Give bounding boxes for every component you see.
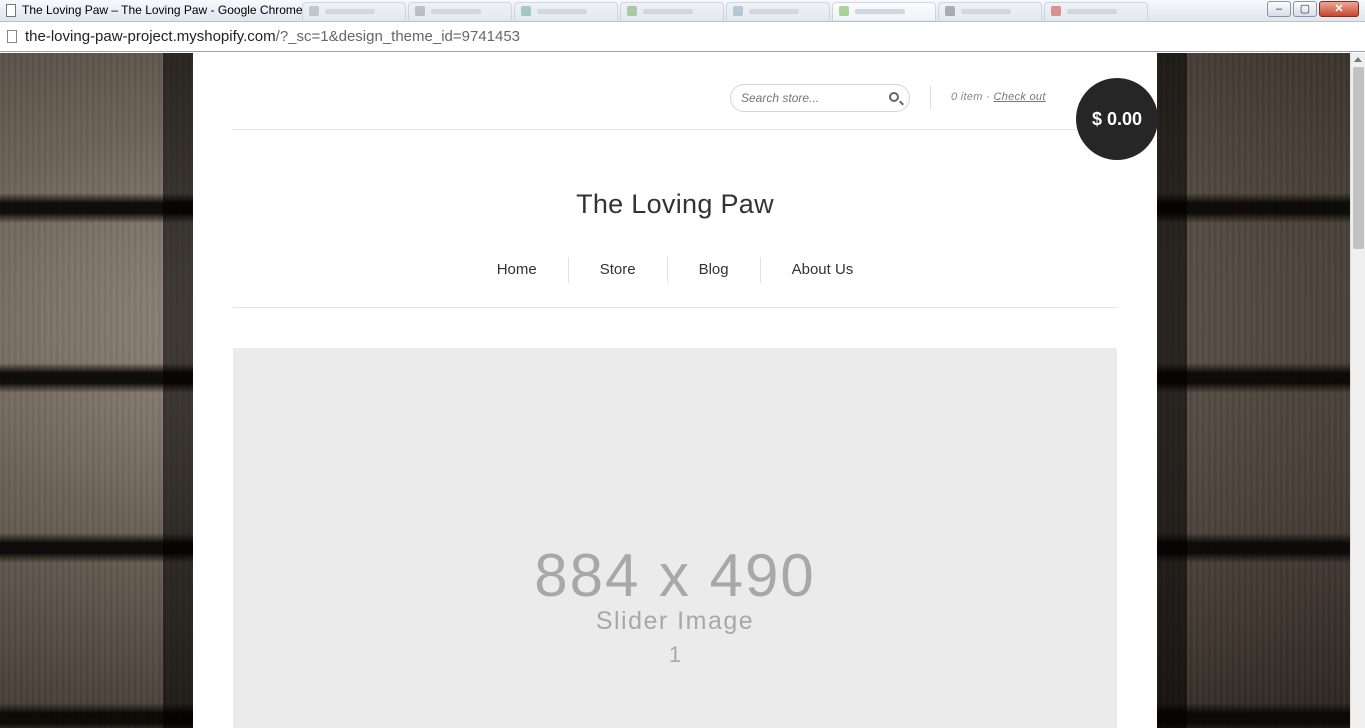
address-bar[interactable]: the-loving-paw-project.myshopify.com/?_s… (0, 22, 1365, 52)
search-icon[interactable] (889, 92, 899, 102)
page-icon (6, 4, 16, 17)
vertical-scrollbar[interactable] (1350, 53, 1365, 728)
checkout-link[interactable]: Check out (993, 91, 1045, 103)
search-box[interactable] (730, 84, 910, 112)
background-shadow-right (1157, 53, 1187, 728)
main-nav: Home Store Blog About Us (193, 257, 1157, 283)
slider-placeholder[interactable]: 884 x 490 Slider Image 1 (233, 348, 1117, 728)
browser-tab[interactable] (302, 2, 406, 20)
browser-tab[interactable] (1044, 2, 1148, 20)
slider-label: Slider Image (595, 607, 755, 635)
page-icon (7, 30, 17, 43)
window-controls: – ▢ ✕ (1267, 1, 1359, 17)
nav-item-blog[interactable]: Blog (666, 257, 760, 283)
url-host: the-loving-paw-project.myshopify.com (25, 28, 276, 45)
browser-tab-active[interactable] (832, 2, 936, 20)
url-text[interactable]: the-loving-paw-project.myshopify.com/?_s… (25, 28, 520, 45)
top-bar: 0 item · Check out (233, 53, 1117, 130)
browser-tab[interactable] (726, 2, 830, 20)
cart-info: 0 item · Check out (951, 91, 1046, 103)
browser-tab[interactable] (514, 2, 618, 20)
close-button[interactable]: ✕ (1319, 1, 1359, 17)
nav-divider (233, 307, 1117, 308)
cart-separator: · (986, 91, 991, 103)
content-panel: 0 item · Check out $ 0.00 The Loving Paw… (193, 53, 1158, 728)
scroll-up-icon[interactable] (1354, 57, 1362, 62)
window-title: The Loving Paw – The Loving Paw - Google… (22, 3, 303, 17)
search-input[interactable] (741, 90, 881, 106)
background-shadow-left (163, 53, 193, 728)
url-path: /?_sc=1&design_theme_id=9741453 (275, 28, 521, 45)
browser-tab[interactable] (938, 2, 1042, 20)
browser-tab[interactable] (408, 2, 512, 20)
divider (930, 86, 931, 110)
slider-dimensions: 884 x 490 (534, 542, 816, 609)
cart-total-badge[interactable]: $ 0.00 (1076, 78, 1158, 160)
browser-tab-strip (302, 2, 1148, 22)
window-titlebar: The Loving Paw – The Loving Paw - Google… (0, 0, 1365, 22)
nav-item-home[interactable]: Home (466, 257, 568, 283)
nav-item-about-us[interactable]: About Us (759, 257, 885, 283)
minimize-button[interactable]: – (1267, 1, 1291, 17)
maximize-button[interactable]: ▢ (1293, 1, 1317, 17)
nav-item-store[interactable]: Store (567, 257, 667, 283)
slider-index: 1 (668, 642, 682, 667)
store-title[interactable]: The Loving Paw (193, 189, 1157, 220)
browser-tab[interactable] (620, 2, 724, 20)
cart-count: 0 item (951, 91, 983, 103)
page-viewport: 0 item · Check out $ 0.00 The Loving Paw… (0, 53, 1350, 728)
scrollbar-thumb[interactable] (1353, 67, 1364, 249)
